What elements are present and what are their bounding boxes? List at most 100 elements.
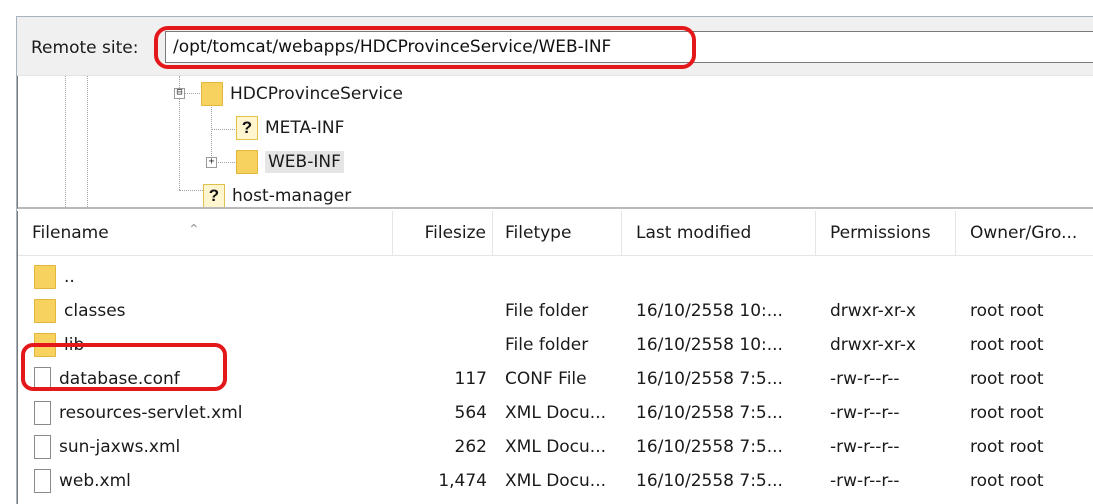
file-icon — [34, 469, 51, 493]
column-header-filetype[interactable]: Filetype — [493, 211, 622, 255]
tree-guide-line — [211, 102, 212, 162]
tree-node-label: HDCProvinceService — [230, 84, 403, 104]
filename-cell: database.conf — [18, 362, 393, 396]
permissions-cell: drwxr-xr-x — [830, 335, 916, 355]
owner-group-cell: root root — [970, 471, 1044, 491]
collapse-toggle-icon[interactable]: ⊟ — [174, 88, 185, 99]
tree-guide-line — [179, 98, 180, 190]
last-modified-cell: 16/10/2558 7:5... — [636, 471, 783, 491]
expand-toggle-icon[interactable]: + — [206, 157, 217, 168]
remote-site-bar: Remote site: /opt/tomcat/webapps/HDCProv… — [17, 17, 1093, 76]
owner-group-cell: root root — [970, 403, 1044, 423]
file-row[interactable]: web.xml 1,474 XML Docu... 16/10/2558 7:5...… — [18, 464, 1093, 498]
last-modified-cell: 16/10/2558 7:5... — [636, 369, 783, 389]
column-header-label: Filetype — [505, 223, 572, 243]
filename-label: resources-servlet.xml — [59, 403, 243, 423]
filename-cell: .. — [18, 260, 393, 294]
directory-tree[interactable]: ⊟ + HDCProvinceService ? META-INF WEB-IN… — [17, 76, 1093, 209]
owner-group-cell: root root — [970, 437, 1044, 457]
tree-node-host-manager[interactable]: ? host-manager — [203, 183, 352, 207]
tree-node-meta-inf[interactable]: ? META-INF — [236, 115, 344, 141]
last-modified-cell: 16/10/2558 7:5... — [636, 403, 783, 423]
column-header-label: Filename — [32, 223, 109, 243]
file-row[interactable]: resources-servlet.xml 564 XML Docu... 16/10… — [18, 396, 1093, 430]
column-header-label: Owner/Gro... — [970, 223, 1078, 243]
tree-node-hdcprovinceservice[interactable]: HDCProvinceService — [201, 81, 403, 107]
filename-label: sun-jaxws.xml — [59, 437, 181, 457]
tree-guide-line — [184, 93, 200, 94]
file-row[interactable]: database.conf 117 CONF File 16/10/2558 7:5.… — [18, 362, 1093, 396]
column-header-owner-group[interactable]: Owner/Gro... — [956, 211, 1093, 255]
file-row[interactable]: sun-jaxws.xml 262 XML Docu... 16/10/2558 7:… — [18, 430, 1093, 464]
filename-label: lib — [64, 335, 85, 355]
tree-guide-line — [179, 190, 203, 191]
filename-cell: resources-servlet.xml — [18, 396, 393, 430]
filename-label: database.conf — [59, 369, 180, 389]
filename-cell: web.xml — [18, 464, 393, 498]
owner-group-cell: root root — [970, 369, 1044, 389]
file-icon — [34, 367, 51, 391]
folder-icon — [236, 150, 258, 174]
owner-group-cell — [956, 260, 1093, 294]
permissions-cell: -rw-r--r-- — [830, 369, 900, 389]
filesize-cell: 564 — [454, 403, 487, 423]
filename-label: .. — [64, 267, 75, 287]
filesize-cell: 262 — [454, 437, 487, 457]
permissions-cell: -rw-r--r-- — [830, 403, 900, 423]
filename-label: classes — [64, 301, 126, 321]
file-list-header: Filename ⌃ Filesize Filetype Last modifi… — [18, 211, 1093, 256]
filetype-cell: CONF File — [505, 369, 587, 389]
column-header-permissions[interactable]: Permissions — [816, 211, 956, 255]
tree-node-label: host-manager — [232, 186, 352, 206]
filesize-cell — [393, 260, 493, 294]
column-header-label: Permissions — [830, 223, 931, 243]
owner-group-cell: root root — [970, 301, 1044, 321]
column-header-label: Filesize — [424, 223, 486, 243]
tree-node-label: META-INF — [265, 118, 345, 138]
filetype-cell: XML Docu... — [505, 403, 607, 423]
filename-cell: sun-jaxws.xml — [18, 430, 393, 464]
permissions-cell: drwxr-xr-x — [830, 301, 916, 321]
column-header-filesize[interactable]: Filesize — [393, 211, 493, 255]
last-modified-cell: 16/10/2558 10:... — [636, 301, 783, 321]
filetype-cell: XML Docu... — [505, 471, 607, 491]
filename-cell: classes — [18, 294, 393, 328]
filetype-cell — [493, 260, 622, 294]
tree-node-web-inf[interactable]: WEB-INF — [236, 149, 344, 175]
filetype-cell: File folder — [505, 335, 589, 355]
file-row[interactable]: classes File folder 16/10/2558 10:... drwxr… — [18, 294, 1093, 328]
last-modified-cell: 16/10/2558 10:... — [636, 335, 783, 355]
file-list[interactable]: Filename ⌃ Filesize Filetype Last modifi… — [17, 211, 1093, 504]
owner-group-cell: root root — [970, 335, 1044, 355]
column-header-filename[interactable]: Filename ⌃ — [18, 211, 393, 255]
tree-guide-line — [216, 162, 235, 163]
permissions-cell: -rw-r--r-- — [830, 437, 900, 457]
tree-node-label: WEB-INF — [265, 151, 344, 173]
tree-guide-line — [211, 129, 235, 130]
file-icon — [34, 435, 51, 459]
tree-guide-line — [87, 76, 88, 207]
permissions-cell — [816, 260, 956, 294]
last-modified-cell: 16/10/2558 7:5... — [636, 437, 783, 457]
filesize-cell — [393, 294, 493, 328]
folder-icon — [34, 265, 56, 289]
remote-site-label: Remote site: — [31, 38, 139, 58]
filename-cell: lib — [18, 328, 393, 362]
unknown-folder-icon: ? — [236, 116, 258, 140]
filesize-cell — [393, 328, 493, 362]
folder-icon — [201, 82, 223, 106]
remote-site-pane: Remote site: /opt/tomcat/webapps/HDCProv… — [16, 16, 1093, 504]
file-row[interactable]: lib File folder 16/10/2558 10:... drwxr-xr-… — [18, 328, 1093, 362]
sort-ascending-icon: ⌃ — [188, 222, 200, 238]
unknown-folder-icon: ? — [203, 184, 225, 207]
filesize-cell: 1,474 — [438, 471, 487, 491]
remote-site-path-input[interactable]: /opt/tomcat/webapps/HDCProvinceService/W… — [165, 31, 1093, 63]
filetype-cell: XML Docu... — [505, 437, 607, 457]
filesize-cell: 117 — [454, 369, 487, 389]
column-header-last-modified[interactable]: Last modified — [622, 211, 816, 255]
filetype-cell: File folder — [505, 301, 589, 321]
last-modified-cell — [622, 260, 816, 294]
column-header-label: Last modified — [636, 223, 752, 243]
file-row[interactable]: .. — [18, 260, 1093, 294]
permissions-cell: -rw-r--r-- — [830, 471, 900, 491]
